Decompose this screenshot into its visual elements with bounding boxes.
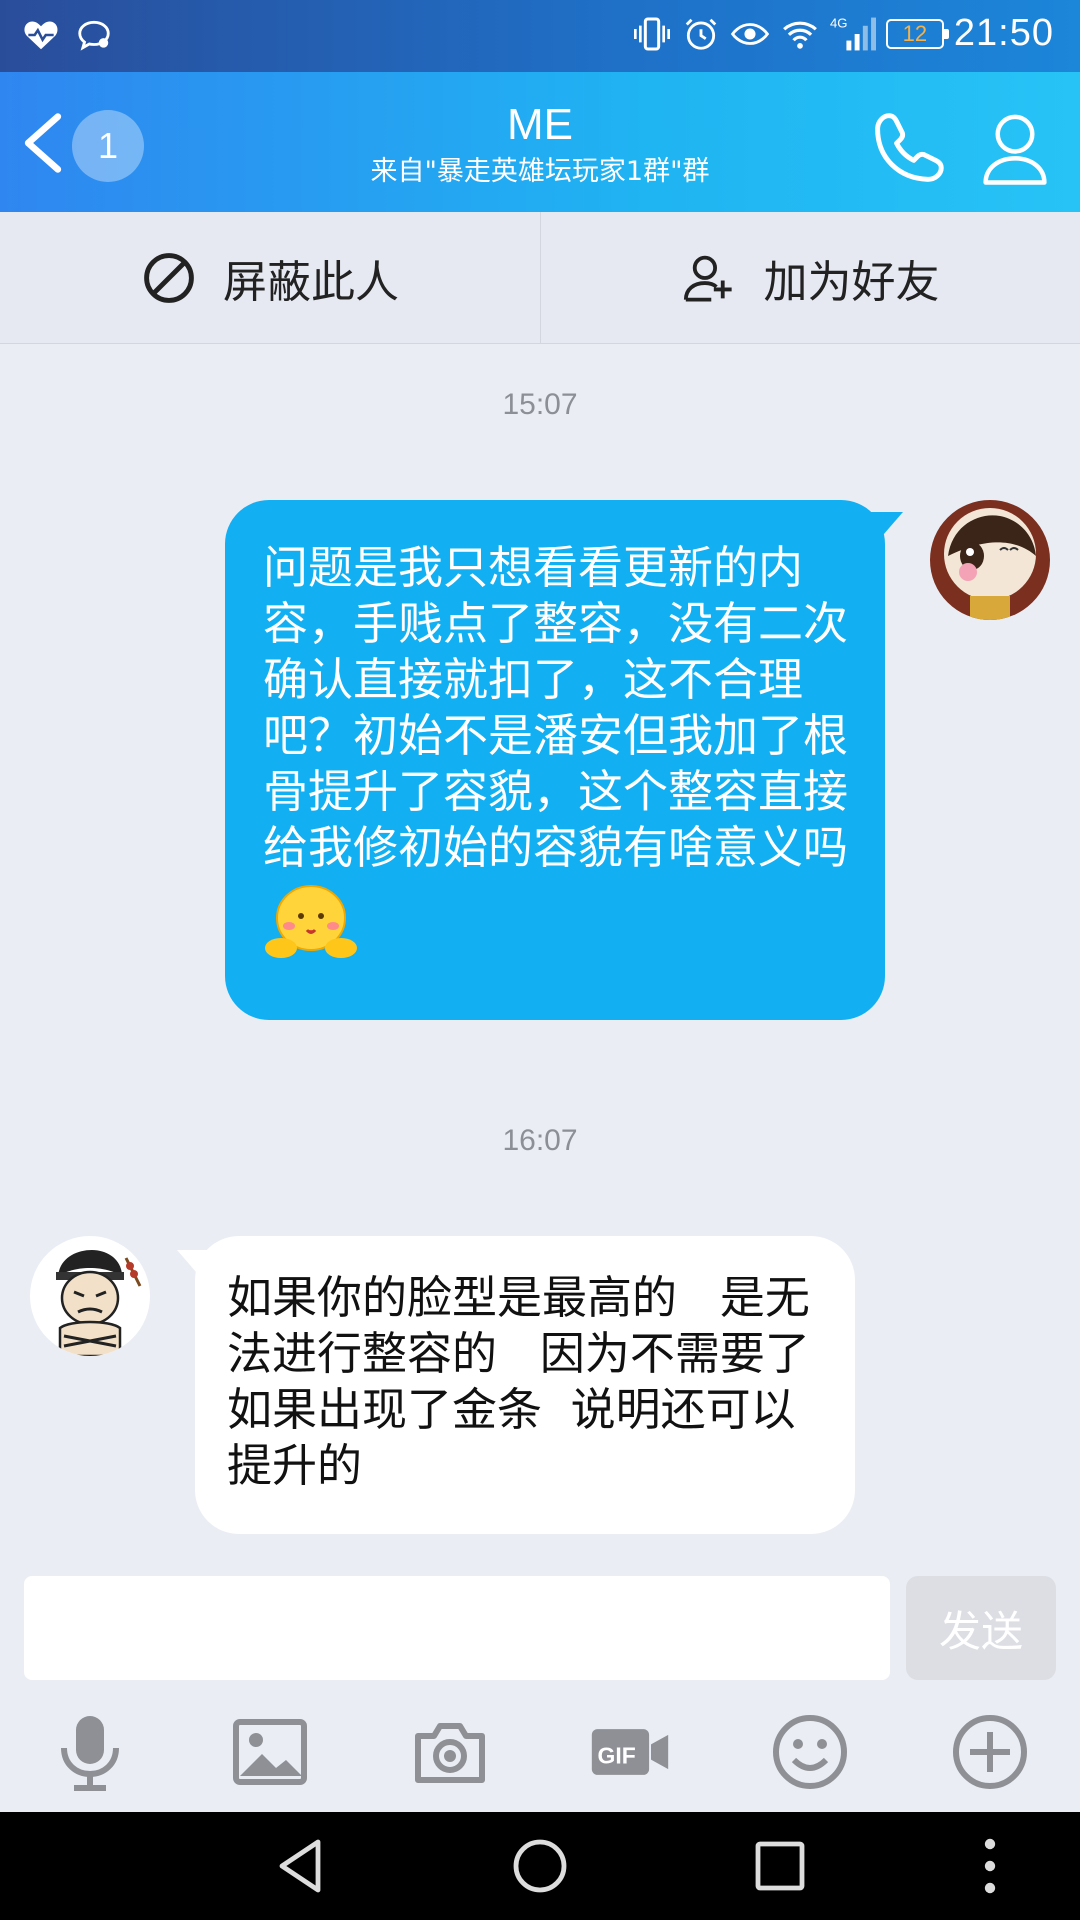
add-friend-icon (683, 255, 732, 302)
status-bar: 4G 12 21:50 (0, 0, 1080, 72)
eye-comfort-icon (730, 22, 770, 45)
input-toolbar: GIF (0, 1700, 1080, 1812)
message-timestamp: 16:07 (502, 1124, 578, 1157)
battery-level: 12 (902, 20, 928, 46)
svg-text:4G: 4G (830, 15, 848, 30)
emoji-icon[interactable] (770, 1712, 850, 1792)
block-icon (144, 253, 194, 303)
phone-icon[interactable] (870, 110, 946, 186)
profile-icon[interactable] (980, 110, 1050, 186)
nav-back-icon[interactable] (270, 1836, 330, 1896)
clock: 21:50 (953, 12, 1054, 54)
add-friend-label: 加为好友 (763, 257, 940, 308)
message-timestamp: 15:07 (502, 388, 578, 421)
nav-recents-icon[interactable] (750, 1836, 810, 1896)
my-avatar[interactable] (930, 500, 1050, 620)
sender-avatar[interactable] (30, 1236, 150, 1356)
message-bubble-outgoing[interactable]: 问题是我只想看看更新的内容，手贱点了整容，没有二次确认直接就扣了，这不合理吧？初… (225, 500, 903, 1020)
battery-indicator: 12 (885, 18, 949, 49)
message-text: 问题是我只想看看更新的内容，手贱点了整容，没有二次确认直接就扣了，这不合理吧？初… (263, 541, 849, 874)
vibrate-icon (633, 17, 670, 50)
camera-icon[interactable] (410, 1712, 490, 1792)
block-user-button[interactable]: 屏蔽此人 (0, 212, 540, 344)
message-text: 如果你的脸型是最高的 是无法进行整容的 因为不需要了 如果出现了金条 说明还可以… (227, 1271, 853, 1492)
message-input[interactable] (24, 1576, 890, 1680)
image-icon[interactable] (230, 1712, 310, 1792)
message-bubble-incoming[interactable]: 如果你的脸型是最高的 是无法进行整容的 因为不需要了 如果出现了金条 说明还可以… (177, 1236, 855, 1534)
signal-icon: 4G (830, 15, 876, 50)
svg-text:GIF: GIF (598, 1742, 636, 1768)
nav-home-icon[interactable] (510, 1836, 570, 1896)
health-icon (24, 21, 58, 50)
chat-header: 1 ME 来自"暴走英雄坛玩家1群"群 (0, 72, 1080, 212)
microphone-icon[interactable] (50, 1712, 130, 1792)
wifi-icon (783, 21, 817, 49)
gif-icon[interactable]: GIF (588, 1712, 672, 1792)
alarm-icon (685, 18, 717, 50)
block-user-label: 屏蔽此人 (223, 257, 399, 308)
send-label: 发送 (938, 1606, 1023, 1656)
send-button[interactable]: 发送 (906, 1576, 1056, 1680)
plus-icon[interactable] (950, 1712, 1030, 1792)
system-navigation-bar (0, 1812, 1080, 1920)
nav-more-icon[interactable] (960, 1836, 1020, 1896)
action-bar: 屏蔽此人 加为好友 (0, 212, 1080, 344)
chat-notification-icon (78, 20, 110, 51)
shy-emoji-icon (265, 885, 357, 958)
add-friend-button[interactable]: 加为好友 (540, 212, 1080, 344)
